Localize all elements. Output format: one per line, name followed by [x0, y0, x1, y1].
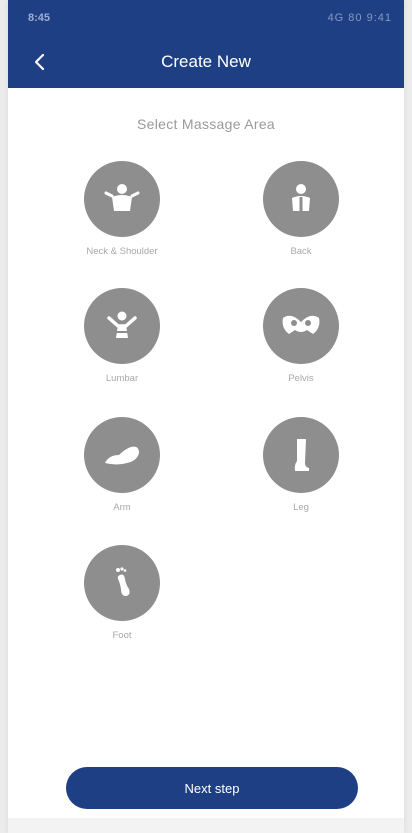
status-left: 8:45 [28, 12, 51, 24]
area-icon-circle [263, 417, 339, 493]
app-header: 8:45 4G 80 9:41 Create New [8, 0, 404, 88]
foot-icon [116, 567, 130, 596]
next-step-button[interactable]: Next step [66, 767, 358, 809]
area-lumbar[interactable]: Lumbar [47, 288, 197, 384]
area-icon-circle [263, 161, 339, 237]
status-bar: 8:45 4G 80 9:41 [8, 0, 404, 38]
area-label: Back [290, 246, 312, 257]
lumbar-icon [107, 311, 137, 338]
area-neck-shoulder[interactable]: Neck & Shoulder [47, 161, 197, 257]
section-subtitle: Select Massage Area [137, 116, 275, 132]
area-icon-circle [84, 288, 160, 364]
area-icon-circle [84, 161, 160, 237]
leg-icon [294, 439, 309, 471]
area-label: Pelvis [288, 373, 314, 384]
area-foot[interactable]: Foot [47, 545, 197, 641]
area-leg[interactable]: Leg [226, 417, 376, 513]
back-icon [292, 184, 310, 211]
area-label: Arm [113, 502, 131, 513]
neck-shoulder-icon [104, 184, 140, 211]
area-label: Leg [293, 502, 309, 513]
area-icon-circle [263, 288, 339, 364]
area-pelvis[interactable]: Pelvis [226, 288, 376, 384]
area-icon-circle [84, 417, 160, 493]
arm-icon [105, 446, 139, 465]
area-back[interactable]: Back [226, 161, 376, 257]
area-label: Neck & Shoulder [86, 246, 158, 257]
status-right: 4G 80 9:41 [327, 12, 392, 24]
pelvis-icon [282, 315, 320, 334]
area-icon-circle [84, 545, 160, 621]
area-label: Lumbar [105, 373, 139, 384]
phone-screen: 8:45 4G 80 9:41 Create New Select Massag… [8, 0, 404, 833]
bottom-safe-area [8, 818, 404, 833]
area-label: Foot [112, 630, 132, 641]
area-arm[interactable]: Arm [47, 417, 197, 513]
page-title: Create New [161, 52, 251, 71]
